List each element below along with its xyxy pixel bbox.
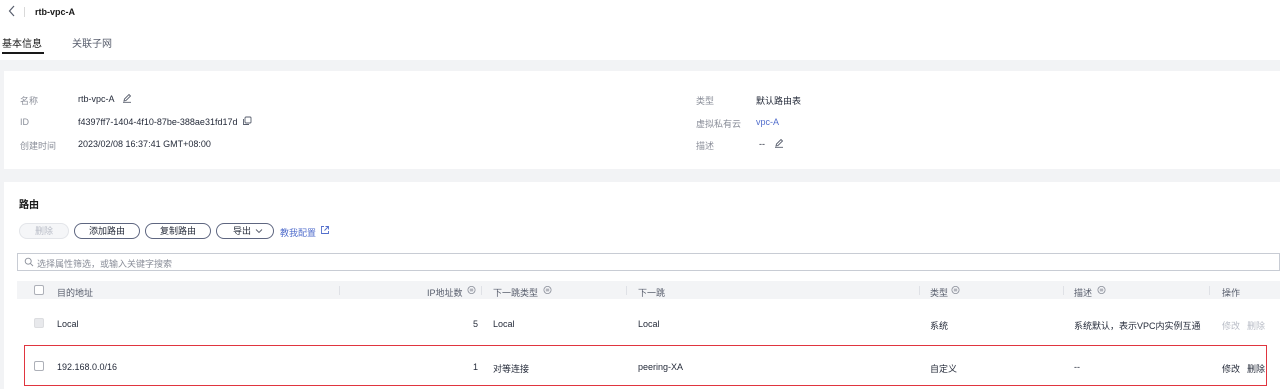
copy-route-button[interactable]: 复制路由 [145,223,211,239]
vpc-link[interactable]: vpc-A [756,117,779,127]
column-header-next-hop: 下一跳 [638,288,666,298]
description-value: -- [759,139,765,149]
search-icon [24,257,34,269]
table-header: 目的地址 IP地址数 下一跳类型 下一跳 类型 描述 操作 [17,281,1280,299]
export-label: 导出 [233,226,252,236]
copy-id-icon[interactable] [242,116,252,126]
column-divider [339,286,340,295]
basic-info-card: 名称 rtb-vpc-A ID f4397ff7-1404-4f10-87be-… [4,71,1280,169]
filter-icon[interactable] [951,285,960,297]
name-label: 名称 [20,96,39,106]
external-link-icon [320,225,330,237]
type-label: 类型 [696,96,715,106]
column-divider [626,286,627,295]
tab-basic-info[interactable]: 基本信息 [2,35,42,50]
select-all-checkbox[interactable] [34,285,44,295]
type-value: 默认路由表 [756,96,802,106]
routes-section-title: 路由 [19,200,39,211]
column-header-ip-count[interactable]: IP地址数 [427,286,463,299]
row-checkbox [34,318,44,328]
column-divider [1063,286,1064,295]
export-dropdown-button[interactable]: 导出 [216,223,274,239]
ip-count-link[interactable]: 5 [473,319,478,329]
name-value: rtb-vpc-A [78,94,115,104]
column-header-destination: 目的地址 [57,288,94,298]
tab-associated-subnets[interactable]: 关联子网 [72,35,112,50]
edit-description-icon[interactable] [774,138,784,148]
delete-button[interactable]: 删除 [19,223,69,239]
sort-icon[interactable] [467,285,476,297]
destination-cell: Local [57,319,79,329]
description-label: 描述 [696,141,715,151]
next-hop-cell: Local [638,319,660,329]
modify-action-disabled: 修改 [1222,321,1241,331]
table-row: Local 5 Local Local 系统 系统默认，表示VPC内实例互通 修… [17,303,1280,343]
edit-name-icon[interactable] [122,93,132,103]
column-header-actions: 操作 [1222,288,1241,298]
created-time-label: 创建时间 [20,141,57,151]
delete-action-disabled: 删除 [1247,321,1266,331]
type-cell: 系统 [930,321,949,331]
description-cell: 系统默认，表示VPC内实例互通 [1074,321,1201,331]
search-input[interactable]: 选择属性筛选，或输入关键字搜索 [17,253,1280,271]
id-value: f4397ff7-1404-4f10-87be-388ae31fd17d [78,117,238,127]
next-hop-type-cell: Local [493,319,515,329]
column-divider [1209,286,1210,295]
column-header-type[interactable]: 类型 [930,286,948,299]
id-label: ID [20,117,29,127]
column-divider [481,286,482,295]
chevron-down-icon [255,224,263,242]
sort-icon[interactable] [543,285,552,297]
column-divider [919,286,920,295]
guide-link[interactable]: 教我配置 [280,226,316,239]
page-header: rtb-vpc-A 基本信息 关联子网 [0,0,1280,60]
add-route-button[interactable]: 添加路由 [74,223,140,239]
created-time-value: 2023/02/08 16:37:41 GMT+08:00 [78,139,211,149]
column-header-description: 描述 [1074,288,1093,298]
title-divider [24,7,25,17]
filter-icon[interactable] [1097,285,1106,297]
search-placeholder: 选择属性筛选，或输入关键字搜索 [37,259,173,269]
vpc-label: 虚拟私有云 [696,119,742,129]
page-title: rtb-vpc-A [35,7,75,17]
back-chevron-icon[interactable] [8,5,16,20]
column-header-next-hop-type[interactable]: 下一跳类型 [493,286,538,299]
highlight-box [24,345,1267,386]
active-tab-indicator [2,52,44,54]
